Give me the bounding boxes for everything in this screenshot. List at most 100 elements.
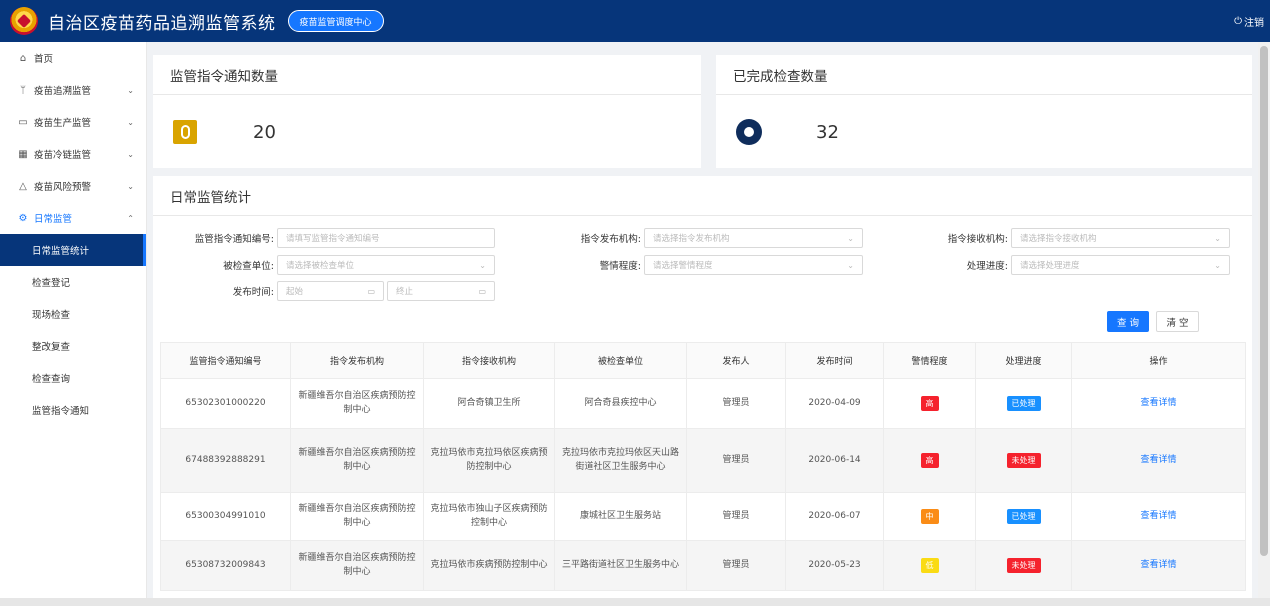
status-badge: 已处理 [1006, 508, 1041, 524]
section-title: 日常监管统计 [153, 176, 1252, 216]
receiver-cell: 克拉玛依市疾病预防控制中心 [423, 540, 555, 591]
notice-no-cell: 65308732009843 [160, 540, 291, 591]
sidebar-item-coldchain[interactable]: ▦ 疫苗冷链监管 ⌄ [0, 138, 146, 170]
status-badge: 未处理 [1006, 452, 1041, 468]
issuer-cell: 新疆维吾尔自治区疾病预防控制中心 [290, 492, 424, 541]
issuer-select[interactable]: 请选择指令发布机构 ⌄ [644, 228, 863, 248]
notice-count-value: 20 [253, 121, 276, 143]
status-cell: 已处理 [975, 378, 1072, 429]
branch-icon: ᛘ [20, 84, 26, 96]
dispatch-center-button[interactable]: 疫苗监管调度中心 [287, 10, 384, 32]
sidebar-item-label: 疫苗风险预警 [34, 182, 92, 193]
progress-label: 处理进度: [966, 261, 1008, 272]
sidebar-subitem-check-register[interactable]: 检查登记 [0, 266, 146, 298]
table-row: 67488392888291 新疆维吾尔自治区疾病预防控制中心 克拉玛依市克拉玛… [160, 428, 1246, 493]
monitor-icon: ▭ [18, 116, 28, 128]
logout-button[interactable]: ⏻ 注销 [1234, 14, 1264, 29]
view-details-link[interactable]: 查看详情 [1140, 511, 1176, 521]
sidebar-item-daily[interactable]: ⚙ 日常监管 ⌃ [0, 202, 146, 234]
inspected-cell: 三平路街道社区卫生服务中心 [554, 540, 687, 591]
date-cell: 2020-04-09 [785, 378, 884, 429]
chevron-down-icon: ⌄ [127, 85, 134, 95]
end-date-placeholder: 终止 [396, 287, 414, 297]
sidebar-item-risk[interactable]: △ 疫苗风险预警 ⌄ [0, 170, 146, 202]
sidebar-item-production[interactable]: ▭ 疫苗生产监管 ⌄ [0, 106, 146, 138]
sidebar-subitem-daily-stats[interactable]: 日常监管统计 [0, 234, 146, 266]
column-header: 监管指令通知编号 [160, 342, 291, 379]
view-details-link[interactable]: 查看详情 [1140, 398, 1176, 408]
document-icon [173, 120, 197, 144]
check-count-value: 32 [816, 121, 839, 143]
publisher-cell: 管理员 [686, 378, 786, 429]
vertical-scrollbar[interactable] [1258, 42, 1270, 598]
status-badge: 未处理 [1006, 557, 1041, 573]
issuer-cell: 新疆维吾尔自治区疾病预防控制中心 [290, 378, 424, 429]
severity-cell: 低 [883, 540, 976, 591]
notice-count-card: 监管指令通知数量 20 [153, 55, 701, 168]
chevron-down-icon: ⌄ [847, 233, 854, 243]
inspected-select[interactable]: 请选择被检查单位 ⌄ [277, 255, 495, 275]
inspected-placeholder: 请选择被检查单位 [286, 261, 355, 271]
notice-no-cell: 65300304991010 [160, 492, 291, 541]
calendar-icon: ▭ [367, 286, 375, 296]
action-cell: 查看详情 [1071, 492, 1246, 541]
column-header: 发布时间 [785, 342, 884, 379]
issuer-label: 指令发布机构: [580, 234, 641, 245]
date-cell: 2020-06-14 [785, 428, 884, 493]
notice-no-cell: 67488392888291 [160, 428, 291, 493]
action-cell: 查看详情 [1071, 428, 1246, 493]
view-details-link[interactable]: 查看详情 [1140, 560, 1176, 570]
progress-select[interactable]: 请选择处理进度 ⌄ [1011, 255, 1230, 275]
start-date-input[interactable]: 起始 ▭ [277, 281, 384, 301]
sidebar-item-label: 日常监管 [34, 214, 73, 225]
table-row: 65302301000220 新疆维吾尔自治区疾病预防控制中心 阿合奇镇卫生所 … [160, 378, 1246, 429]
emblem-logo [10, 7, 38, 35]
date-cell: 2020-06-07 [785, 492, 884, 541]
power-icon: ⏻ [1234, 16, 1242, 27]
severity-cell: 高 [883, 378, 976, 429]
chevron-down-icon: ⌄ [127, 117, 134, 127]
notice-no-cell: 65302301000220 [160, 378, 291, 429]
app-title: 自治区疫苗药品追溯监管系统 [48, 13, 276, 34]
sidebar-item-home[interactable]: ⌂ 首页 [0, 42, 146, 74]
sidebar-item-label: 疫苗生产监管 [34, 118, 92, 129]
sidebar-item-trace[interactable]: ᛘ 疫苗追溯监管 ⌄ [0, 74, 146, 106]
severity-badge: 低 [920, 557, 939, 573]
check-count-card: 已完成检查数量 32 [716, 55, 1252, 168]
sidebar-subitem-notice[interactable]: 监管指令通知 [0, 394, 146, 426]
clear-button[interactable]: 清 空 [1156, 311, 1199, 332]
sidebar-item-label: 疫苗追溯监管 [34, 86, 92, 97]
view-details-link[interactable]: 查看详情 [1140, 455, 1176, 465]
query-button[interactable]: 查 询 [1107, 311, 1149, 332]
column-header: 处理进度 [975, 342, 1072, 379]
status-cell: 已处理 [975, 492, 1072, 541]
severity-label: 警情程度: [599, 261, 641, 272]
column-header: 发布人 [686, 342, 786, 379]
sidebar-subitem-check-query[interactable]: 检查查询 [0, 362, 146, 394]
severity-select[interactable]: 请选择警情程度 ⌄ [644, 255, 863, 275]
chevron-down-icon: ⌄ [847, 260, 854, 270]
publisher-cell: 管理员 [686, 428, 786, 493]
severity-placeholder: 请选择警情程度 [653, 261, 713, 271]
sidebar-subitem-rectify-review[interactable]: 整改复查 [0, 330, 146, 362]
sidebar-subitem-onsite-check[interactable]: 现场检查 [0, 298, 146, 330]
end-date-input[interactable]: 终止 ▭ [387, 281, 495, 301]
home-icon: ⌂ [19, 52, 27, 64]
table-row: 65308732009843 新疆维吾尔自治区疾病预防控制中心 克拉玛依市疾病预… [160, 540, 1246, 591]
sidebar: ⌂ 首页 ᛘ 疫苗追溯监管 ⌄ ▭ 疫苗生产监管 ⌄ ▦ 疫苗冷链监管 ⌄ △ … [0, 42, 147, 598]
issuer-cell: 新疆维吾尔自治区疾病预防控制中心 [290, 428, 424, 493]
scrollbar-thumb[interactable] [1260, 46, 1268, 556]
inspected-label: 被检查单位: [223, 261, 274, 272]
logout-label: 注销 [1244, 18, 1264, 29]
column-header: 指令接收机构 [423, 342, 555, 379]
column-header: 被检查单位 [554, 342, 687, 379]
receiver-select[interactable]: 请选择指令接收机构 ⌄ [1011, 228, 1230, 248]
card-title: 已完成检查数量 [716, 55, 1252, 95]
inspected-cell: 克拉玛依市克拉玛依区天山路街道社区卫生服务中心 [554, 428, 687, 493]
notice-no-input[interactable]: 请填写监管指令通知编号 [277, 228, 495, 248]
column-header: 指令发布机构 [290, 342, 424, 379]
chevron-down-icon: ⌄ [127, 149, 134, 159]
horizontal-scrollbar[interactable] [0, 598, 1270, 606]
receiver-label: 指令接收机构: [947, 234, 1008, 245]
chevron-up-icon: ⌃ [127, 213, 134, 223]
